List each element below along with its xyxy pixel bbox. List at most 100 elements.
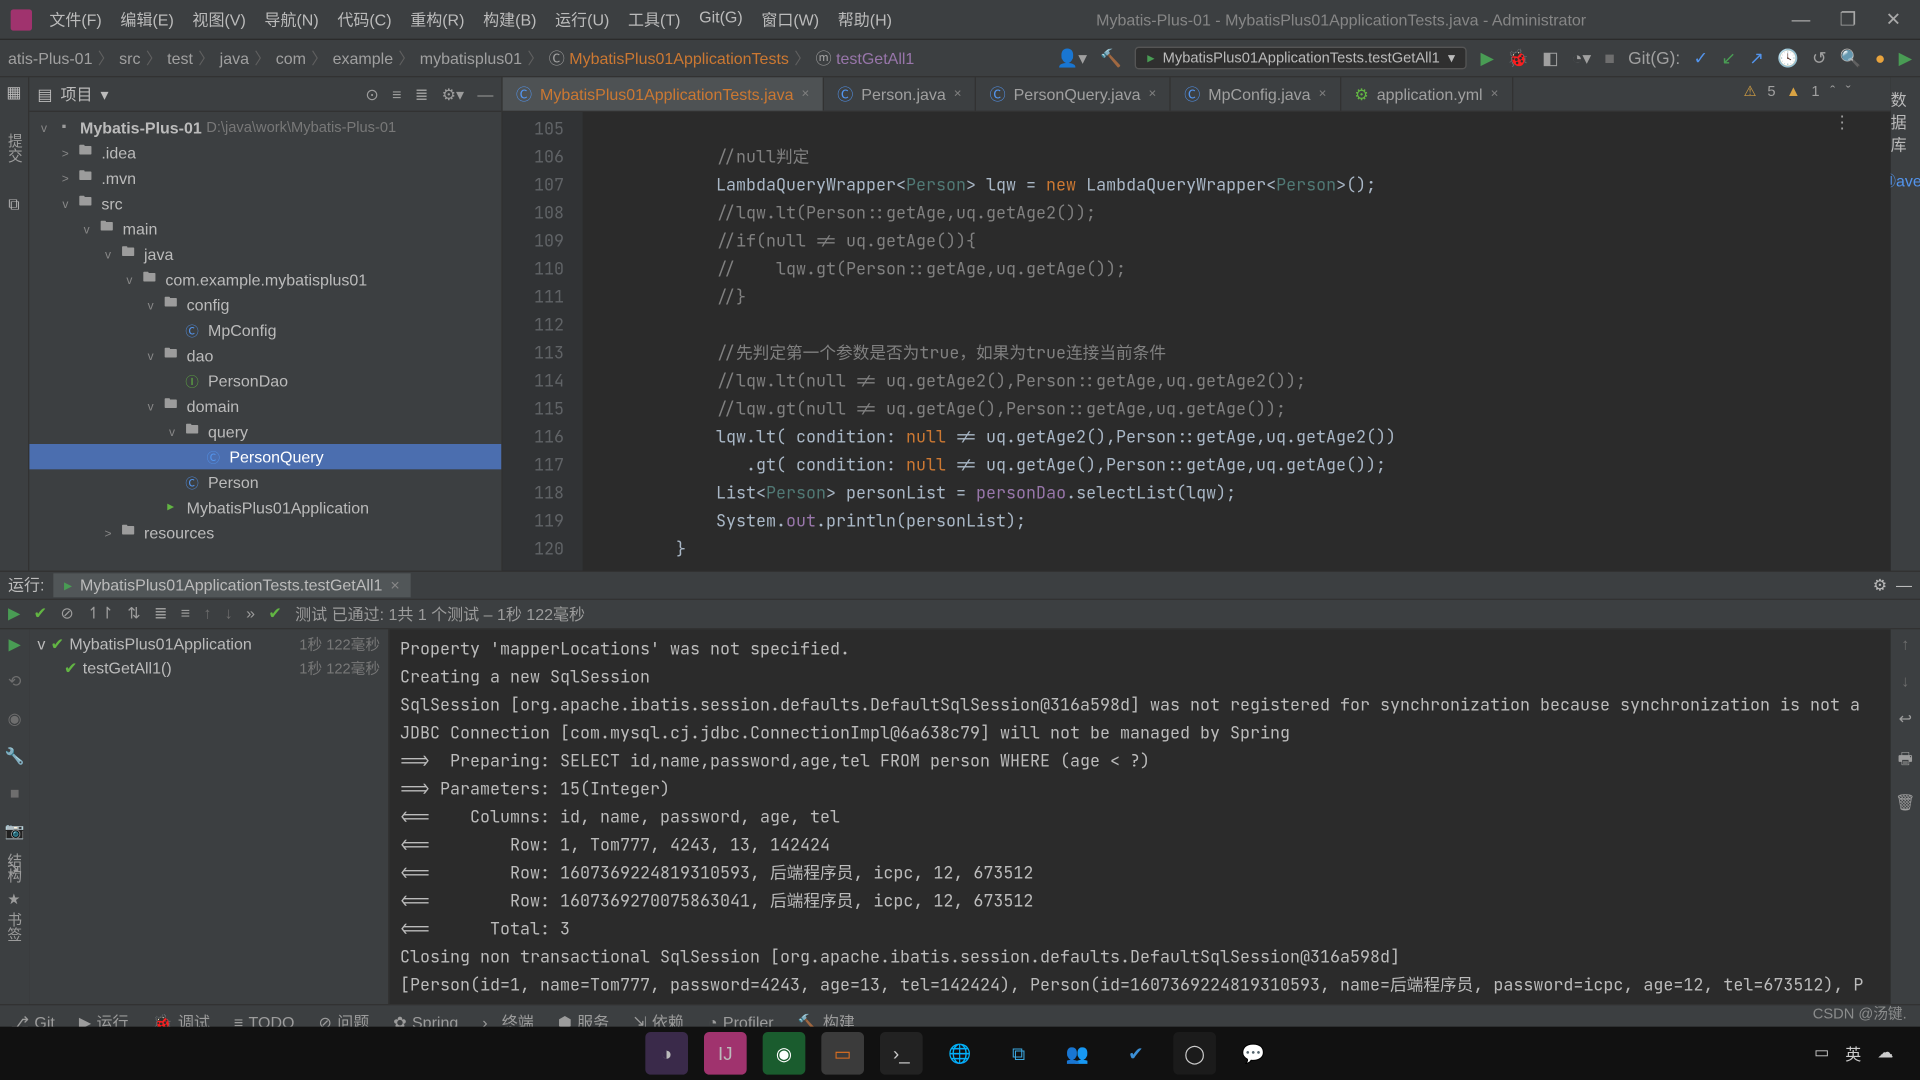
left-toolwindow-bar[interactable]: ▦ 提交 ⧉ [0,77,29,570]
git-rollback-icon[interactable]: ↺ [1812,47,1827,68]
structure-tool-icon[interactable]: ⧉ [8,195,19,215]
print-icon[interactable]: 🖶 [1898,747,1913,775]
project-tool-icon[interactable]: ▦ [6,83,21,102]
tree-item[interactable]: v🖿 domain [29,393,501,418]
tab-close-icon[interactable]: × [1148,87,1156,102]
tab-close-icon[interactable]: × [801,87,809,102]
cloud-icon[interactable]: ☁ [1877,1042,1893,1065]
vm-icon[interactable]: ▭ [821,1032,864,1075]
toggle-pass-icon[interactable]: ✔ [34,604,47,623]
sort2-icon[interactable]: ⇅ [127,604,140,623]
tree-item[interactable]: Ⓘ PersonDao [29,368,501,393]
right-toolwindow-bar[interactable]: 数据库 Ⓜaven [1891,77,1920,570]
maximize-icon[interactable]: ❐ [1832,5,1865,33]
todo-icon[interactable]: ✔ [1115,1032,1158,1075]
commit-tab[interactable]: 提交 [3,133,24,162]
down-icon[interactable]: ↓ [225,604,233,623]
database-tab[interactable]: 数据库 [1891,88,1920,156]
expand-all-icon[interactable]: ≡ [392,85,401,104]
git-update-icon[interactable]: ✓ [1694,47,1709,68]
test-tree[interactable]: v✔ MybatisPlus01Application 1秒 122毫秒 ✔ t… [29,629,389,1004]
tree-item[interactable]: ▸ MybatisPlus01Application [29,495,501,520]
user-icon[interactable]: 👤▾ [1057,47,1087,68]
windows-taskbar[interactable]: ◑ IJ ◉ ▭ ›_ 🌐 ⧉ 👥 ✔ ◯ 💬 ▭ 英 ☁ [0,1027,1920,1080]
up2-icon[interactable]: ↑ [1901,635,1909,654]
tab-close-icon[interactable]: × [954,87,962,102]
hide-icon[interactable]: ― [477,85,493,104]
tree-item[interactable]: Ⓒ MpConfig [29,317,501,342]
expand-icon[interactable]: ≣ [154,604,167,623]
tree-item[interactable]: >🖿 .mvn [29,165,501,190]
tree-item[interactable]: v🖿 main [29,216,501,241]
chrome-icon[interactable]: 🌐 [939,1032,982,1075]
wrench-icon[interactable]: 🔧 [5,747,25,766]
trash-icon[interactable]: 🗑 [1895,793,1915,812]
tree-item[interactable]: Ⓒ Person [29,469,501,494]
wrap-icon[interactable]: ↩ [1899,709,1912,728]
tree-item[interactable]: v🖿 query [29,419,501,444]
rerun2-icon[interactable]: ▶ [8,635,20,654]
crumb-item[interactable]: ⓜ testGetAll1 [816,47,915,70]
debug-icon[interactable]: 🐞 [1507,47,1529,68]
tab-close-icon[interactable]: × [1319,87,1327,102]
menu-item[interactable]: 重构(R) [404,5,472,33]
console-output[interactable]: Property 'mapperLocations' was not speci… [389,629,1890,1004]
git-history-icon[interactable]: 🕓 [1777,47,1799,68]
run-settings-icon[interactable]: ⚙ [1873,576,1887,595]
editor-tab[interactable]: ⚙application.yml× [1341,77,1513,110]
tab-close-icon[interactable]: × [1491,87,1499,102]
ide-icon[interactable]: ▶ [1899,47,1912,68]
camera-icon[interactable]: 📷 [5,821,25,840]
run-right-gutter[interactable]: ↑ ↓ ↩ 🖶 🗑 [1891,629,1920,1004]
run-toolbar[interactable]: ▶ ✔ ⊘ ↿↾ ⇅ ≣ ≡ ↑ ↓ » ✔ 测试 已通过: 1共 1 个测试 … [0,600,1920,630]
down2-icon[interactable]: ↓ [1901,672,1909,691]
inspection-widget[interactable]: ⚠5 ▲1 ˆˇ [1744,83,1851,100]
collapse-icon[interactable]: ≡ [181,604,190,623]
menu-item[interactable]: 视图(V) [186,5,253,33]
git-push-icon[interactable]: ↗ [1749,47,1764,68]
window-controls[interactable]: ― ❐ ✕ [1784,5,1910,33]
crumb-item[interactable]: src [119,49,140,68]
favorites-tab[interactable]: 结构 ★ 书签 [3,853,24,941]
run-hide-icon[interactable]: ― [1896,576,1912,595]
main-menu[interactable]: 文件(F)编辑(E)视图(V)导航(N)代码(C)重构(R)构建(B)运行(U)… [43,5,899,33]
rerun-icon[interactable]: ▶ [8,604,20,623]
tree-item[interactable]: v🖿 com.example.mybatisplus01 [29,267,501,292]
terminal-icon[interactable]: ›_ [880,1032,923,1075]
crumb-item[interactable]: java [220,49,249,68]
settings-icon[interactable]: ⚙▾ [442,85,464,104]
eclipse-icon[interactable]: ◑ [645,1032,688,1075]
toolbar-right[interactable]: 👤▾ 🔨 ▸ MybatisPlus01ApplicationTests.tes… [1057,47,1912,70]
app-icon[interactable]: ◉ [763,1032,806,1075]
run-left-gutter[interactable]: ▶ ⟲ ◉ 🔧 ■ 📷 ⇲ [0,629,29,1004]
editor-tab[interactable]: ⒸMpConfig.java× [1171,77,1341,110]
crumb-item[interactable]: mybatisplus01 [420,49,522,68]
project-tree[interactable]: v▪ Mybatis-Plus-01 D:\java\work\Mybatis-… [29,112,501,571]
menu-item[interactable]: 构建(B) [476,5,543,33]
toggle-ignore-icon[interactable]: ⊘ [60,604,73,623]
teams-icon[interactable]: 👥 [1056,1032,1099,1075]
menu-item[interactable]: 编辑(E) [114,5,181,33]
avatar-icon[interactable]: ● [1875,48,1885,68]
steam-icon[interactable]: ◯ [1173,1032,1216,1075]
test-tree-item[interactable]: v✔ MybatisPlus01Application 1秒 122毫秒 [35,632,383,656]
menu-item[interactable]: 窗口(W) [755,5,826,33]
menu-item[interactable]: 运行(U) [548,5,616,33]
close-icon[interactable]: ✕ [1878,5,1910,33]
crumb-item[interactable]: atis-Plus-01 [8,49,92,68]
hammer-icon[interactable]: 🔨 [1100,47,1122,68]
collapse-all-icon[interactable]: ≣ [415,85,428,104]
menu-item[interactable]: 代码(C) [331,5,399,33]
editor-tab[interactable]: ⒸPerson.java× [824,77,976,110]
stop2-icon[interactable]: ⟲ [8,672,21,691]
stop-square-icon[interactable]: ■ [10,784,20,803]
stop3-icon[interactable]: ◉ [8,709,22,728]
run-tab[interactable]: ▸ MybatisPlus01ApplicationTests.testGetA… [53,573,410,597]
breadcrumb[interactable]: atis-Plus-01〉src〉test〉java〉com〉example〉m… [8,47,914,70]
tree-item[interactable]: v🖿 src [29,191,501,216]
menu-item[interactable]: 文件(F) [43,5,109,33]
up-icon[interactable]: ↑ [203,604,211,623]
menu-item[interactable]: 帮助(H) [831,5,899,33]
crumb-item[interactable]: test [167,49,193,68]
tree-item[interactable]: >🖿 resources [29,520,501,545]
